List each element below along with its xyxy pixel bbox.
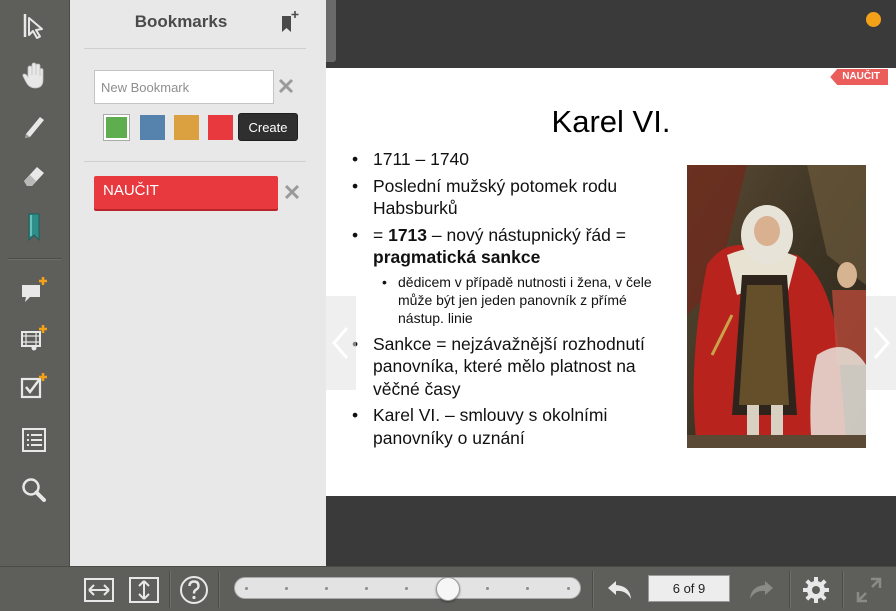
redo-button[interactable]: [745, 575, 777, 605]
eraser-tool[interactable]: [12, 156, 56, 196]
bar-separator: [842, 571, 844, 608]
slider-tick: [405, 587, 408, 590]
slider-tick: [285, 587, 288, 590]
help-button[interactable]: [178, 575, 210, 605]
bullet-text: =: [373, 224, 389, 245]
toolbar-separator: [8, 258, 62, 260]
bookmark-ribbon[interactable]: NAUČIT: [830, 69, 888, 85]
fit-width-button[interactable]: [83, 575, 115, 605]
add-comment-tool[interactable]: [12, 270, 56, 310]
status-indicator-dot: [866, 12, 881, 27]
fullscreen-icon: [856, 577, 882, 603]
panel-title: Bookmarks: [134, 12, 228, 31]
divider: [84, 48, 306, 49]
list-icon: [22, 428, 46, 452]
page-slider[interactable]: [234, 577, 581, 599]
undo-button[interactable]: [604, 575, 636, 605]
slider-tick: [365, 587, 368, 590]
pointer-icon: [23, 14, 43, 39]
bookmark-tool[interactable]: [12, 207, 56, 247]
add-bookmark-icon[interactable]: [278, 10, 300, 34]
help-icon: [180, 576, 208, 604]
slider-tick: [245, 587, 248, 590]
bullet-bold-year: 1713: [388, 224, 428, 245]
add-media-tool[interactable]: [12, 318, 56, 358]
bullet-text: – nový nástupnický řád =: [427, 224, 626, 245]
slider-tick: [567, 587, 570, 590]
left-toolbar: [0, 0, 70, 611]
add-comment-icon: [22, 277, 47, 302]
bullet-item: 1711 – 1740: [352, 148, 672, 171]
gear-icon: [803, 577, 829, 603]
add-task-icon: [20, 373, 47, 399]
bar-separator: [789, 571, 791, 608]
next-page-button[interactable]: [866, 296, 896, 390]
fit-height-icon: [129, 577, 159, 603]
create-button[interactable]: Create: [238, 113, 298, 141]
list-tool[interactable]: [12, 420, 56, 460]
eraser-icon: [24, 167, 44, 186]
color-swatch-orange[interactable]: [174, 115, 199, 140]
new-bookmark-input[interactable]: [94, 70, 274, 104]
slider-tick: [325, 587, 328, 590]
divider: [84, 161, 306, 162]
undo-icon: [608, 581, 631, 599]
bullet-item: Sankce = nejzávažnější rozhodnutí panovn…: [352, 333, 672, 401]
pointer-tool[interactable]: [12, 6, 56, 46]
fullscreen-button[interactable]: [853, 575, 885, 605]
add-task-tool[interactable]: [12, 366, 56, 406]
delete-bookmark-icon[interactable]: [283, 183, 301, 201]
color-swatch-green[interactable]: [103, 114, 130, 141]
bar-separator: [169, 571, 171, 608]
slide-title: Karel VI.: [551, 104, 671, 139]
bookmark-item[interactable]: NAUČIT: [94, 176, 278, 209]
redo-icon: [750, 581, 773, 599]
color-swatch-blue[interactable]: [140, 115, 165, 140]
color-swatch-red[interactable]: [208, 115, 233, 140]
panel-collapse-handle[interactable]: [326, 0, 336, 62]
search-tool[interactable]: [12, 470, 56, 510]
search-icon: [22, 478, 46, 502]
add-media-icon: [21, 325, 47, 351]
pen-icon: [25, 117, 44, 138]
bookmark-icon: [28, 213, 40, 242]
bullet-item: = 1713 – nový nástupnický řád = pragmati…: [352, 224, 672, 269]
settings-button[interactable]: [800, 575, 832, 605]
slider-tick: [526, 587, 529, 590]
hand-tool[interactable]: [12, 56, 56, 96]
pen-tool[interactable]: [12, 106, 56, 146]
previous-page-button[interactable]: [326, 296, 356, 390]
bullet-item: Karel VI. – smlouvy s okolními panovníky…: [352, 404, 672, 449]
hand-icon: [22, 62, 44, 89]
chevron-right-icon: [873, 327, 890, 359]
slide-page: NAUČIT Karel VI. 1711 – 1740 Poslední mu…: [326, 68, 896, 496]
chevron-left-icon: [332, 327, 349, 359]
fit-height-button[interactable]: [128, 575, 160, 605]
portrait-image: [687, 165, 866, 448]
bookmarks-panel: Bookmarks Create NAUČIT: [70, 0, 326, 566]
sub-bullet-item: dědicem v případě nutnosti i žena, v čel…: [352, 273, 672, 327]
page-indicator[interactable]: 6 of 9: [648, 575, 730, 602]
slider-tick: [486, 587, 489, 590]
bar-separator: [218, 571, 220, 608]
bar-separator: [592, 571, 594, 608]
bullet-item: Poslední mužský potomek rodu Habsburků: [352, 175, 672, 220]
slide-bullets: 1711 – 1740 Poslední mužský potomek rodu…: [352, 148, 672, 453]
fit-width-icon: [84, 578, 114, 602]
page-slider-thumb[interactable]: [436, 577, 460, 601]
clear-input-icon[interactable]: [277, 77, 295, 95]
bullet-bold-term: pragmatická sankce: [373, 247, 541, 267]
